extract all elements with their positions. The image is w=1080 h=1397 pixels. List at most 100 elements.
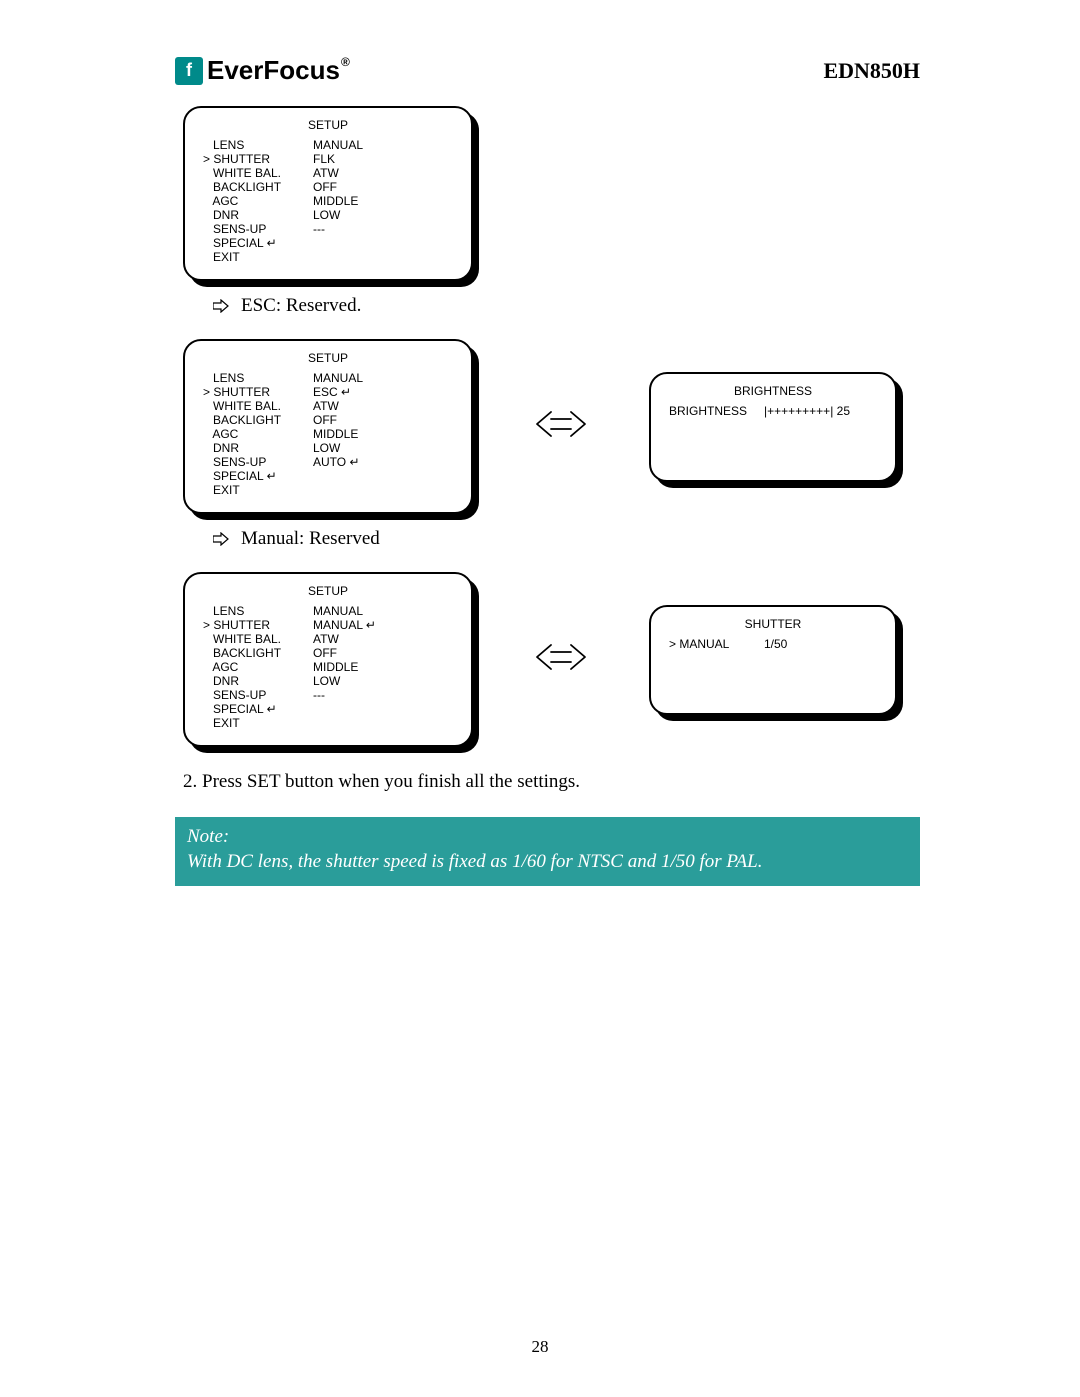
osd-row: SENS-UP--- [203, 222, 453, 236]
osd-label: LENS [203, 604, 313, 618]
osd-row: WHITE BAL.ATW [203, 632, 453, 646]
osd-panel-shutter: SHUTTER > MANUAL1/50 [649, 605, 897, 715]
osd-row: SENS-UP--- [203, 688, 453, 702]
osd-label: SENS-UP [203, 455, 313, 469]
osd-value: 1/50 [764, 637, 787, 651]
osd-title: BRIGHTNESS [669, 384, 877, 398]
osd-row: BACKLIGHTOFF [203, 646, 453, 660]
osd-label: EXIT [203, 716, 313, 730]
osd-label: AGC [203, 427, 313, 441]
osd-label: SPECIAL ↵ [203, 469, 313, 483]
osd-value: LOW [313, 208, 340, 222]
bullet-text: ESC: Reserved. [241, 295, 361, 317]
bullet-text: Manual: Reserved [241, 528, 380, 550]
osd-title: SETUP [203, 118, 453, 132]
osd-row: > SHUTTERMANUAL ↵ [203, 618, 453, 632]
osd-label: > SHUTTER [203, 385, 313, 399]
osd-row: WHITE BAL.ATW [203, 166, 453, 180]
osd-label: DNR [203, 674, 313, 688]
osd-row: BACKLIGHTOFF [203, 180, 453, 194]
osd-label: EXIT [203, 483, 313, 497]
osd-label: WHITE BAL. [203, 632, 313, 646]
osd-row: SPECIAL ↵ [203, 702, 453, 716]
osd-rows: > MANUAL1/50 [669, 637, 877, 651]
osd-title: SETUP [203, 584, 453, 598]
osd-value: LOW [313, 674, 340, 688]
osd-label: > MANUAL [669, 637, 764, 651]
osd-row: SPECIAL ↵ [203, 469, 453, 483]
osd-row: DNRLOW [203, 674, 453, 688]
logo-icon: f [175, 57, 203, 85]
double-arrow-icon [533, 641, 589, 678]
osd-row: LENSMANUAL [203, 604, 453, 618]
osd-label: WHITE BAL. [203, 399, 313, 413]
osd-row: > MANUAL1/50 [669, 637, 877, 651]
osd-value: MIDDLE [313, 660, 358, 674]
osd-panel-setup-2: SETUP LENSMANUAL> SHUTTERESC ↵ WHITE BAL… [183, 339, 473, 514]
osd-row: AGCMIDDLE [203, 194, 453, 208]
osd-value: MANUAL ↵ [313, 618, 376, 632]
osd-panel-setup-1: SETUP LENSMANUAL> SHUTTERFLK WHITE BAL.A… [183, 106, 473, 281]
osd-row: > SHUTTERESC ↵ [203, 385, 453, 399]
osd-value: AUTO ↵ [313, 455, 360, 469]
osd-row: SPECIAL ↵ [203, 236, 453, 250]
osd-rows: LENSMANUAL> SHUTTERESC ↵ WHITE BAL.ATW B… [203, 371, 453, 497]
osd-row: AGCMIDDLE [203, 427, 453, 441]
osd-value: OFF [313, 413, 337, 427]
osd-value: --- [313, 688, 325, 702]
osd-value: FLK [313, 152, 335, 166]
osd-row: LENSMANUAL [203, 138, 453, 152]
osd-row: EXIT [203, 483, 453, 497]
osd-label: LENS [203, 371, 313, 385]
registered-icon: ® [341, 55, 350, 69]
osd-label: > SHUTTER [203, 152, 313, 166]
osd-row: AGCMIDDLE [203, 660, 453, 674]
osd-value: ATW [313, 632, 339, 646]
osd-label: LENS [203, 138, 313, 152]
osd-label: BACKLIGHT [203, 646, 313, 660]
osd-value: OFF [313, 646, 337, 660]
note-title: Note: [187, 825, 908, 850]
osd-label: SPECIAL ↵ [203, 702, 313, 716]
osd-value: OFF [313, 180, 337, 194]
osd-value: ATW [313, 399, 339, 413]
note-box: Note: With DC lens, the shutter speed is… [175, 817, 920, 886]
osd-value: MANUAL [313, 604, 363, 618]
model-number: EDN850H [823, 58, 920, 84]
osd-label: BACKLIGHT [203, 180, 313, 194]
osd-value: MIDDLE [313, 427, 358, 441]
osd-label: BACKLIGHT [203, 413, 313, 427]
step-2-text: 2. Press SET button when you finish all … [183, 771, 920, 793]
osd-row: > SHUTTERFLK [203, 152, 453, 166]
osd-label: AGC [203, 660, 313, 674]
osd-label: > SHUTTER [203, 618, 313, 632]
arrow-right-icon [213, 532, 229, 546]
osd-label: DNR [203, 208, 313, 222]
page-number: 28 [0, 1337, 1080, 1357]
osd-value: MIDDLE [313, 194, 358, 208]
osd-row: SENS-UPAUTO ↵ [203, 455, 453, 469]
osd-value: ESC ↵ [313, 385, 351, 399]
osd-row: DNRLOW [203, 208, 453, 222]
osd-rows: LENSMANUAL> SHUTTERFLK WHITE BAL.ATW BAC… [203, 138, 453, 264]
osd-label: DNR [203, 441, 313, 455]
osd-value: --- [313, 222, 325, 236]
osd-title: SETUP [203, 351, 453, 365]
osd-title: SHUTTER [669, 617, 877, 631]
osd-row: EXIT [203, 716, 453, 730]
arrow-right-icon [213, 299, 229, 313]
osd-value: LOW [313, 441, 340, 455]
brand-logo: f EverFocus® [175, 55, 350, 86]
osd-value: |+++++++++| 25 [764, 404, 850, 418]
osd-rows: LENSMANUAL> SHUTTERMANUAL ↵ WHITE BAL.AT… [203, 604, 453, 730]
osd-row: BRIGHTNESS|+++++++++| 25 [669, 404, 877, 418]
osd-label: SPECIAL ↵ [203, 236, 313, 250]
page-header: f EverFocus® EDN850H [175, 55, 920, 86]
bullet-manual-reserved: Manual: Reserved [213, 528, 920, 550]
double-arrow-icon [533, 408, 589, 445]
osd-row: LENSMANUAL [203, 371, 453, 385]
osd-label: SENS-UP [203, 688, 313, 702]
osd-row: WHITE BAL.ATW [203, 399, 453, 413]
osd-label: SENS-UP [203, 222, 313, 236]
note-body: With DC lens, the shutter speed is fixed… [187, 850, 908, 875]
